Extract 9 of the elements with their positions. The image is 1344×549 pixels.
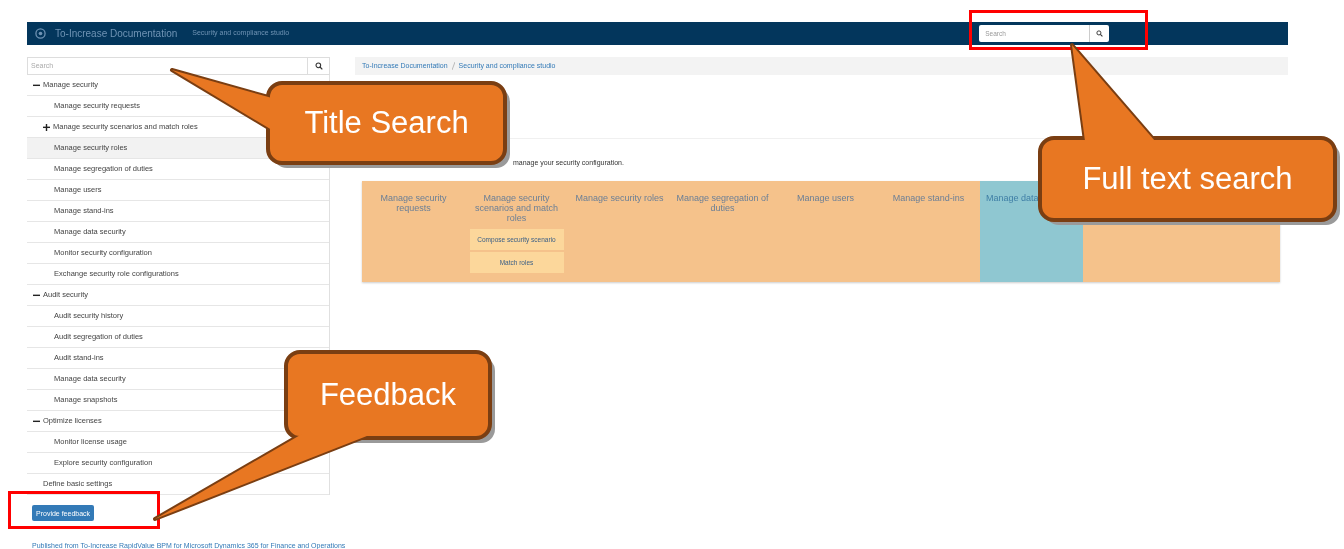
- plus-icon[interactable]: [43, 123, 50, 131]
- callout-label: Full text search: [1082, 159, 1293, 198]
- search-icon: [314, 62, 323, 70]
- site-title[interactable]: To-Increase Documentation: [55, 26, 178, 41]
- eye-icon: [35, 28, 46, 39]
- search-icon: [1096, 30, 1104, 37]
- search-button[interactable]: [1089, 25, 1110, 42]
- search-button[interactable]: [308, 57, 330, 75]
- separator-icon: [451, 62, 455, 70]
